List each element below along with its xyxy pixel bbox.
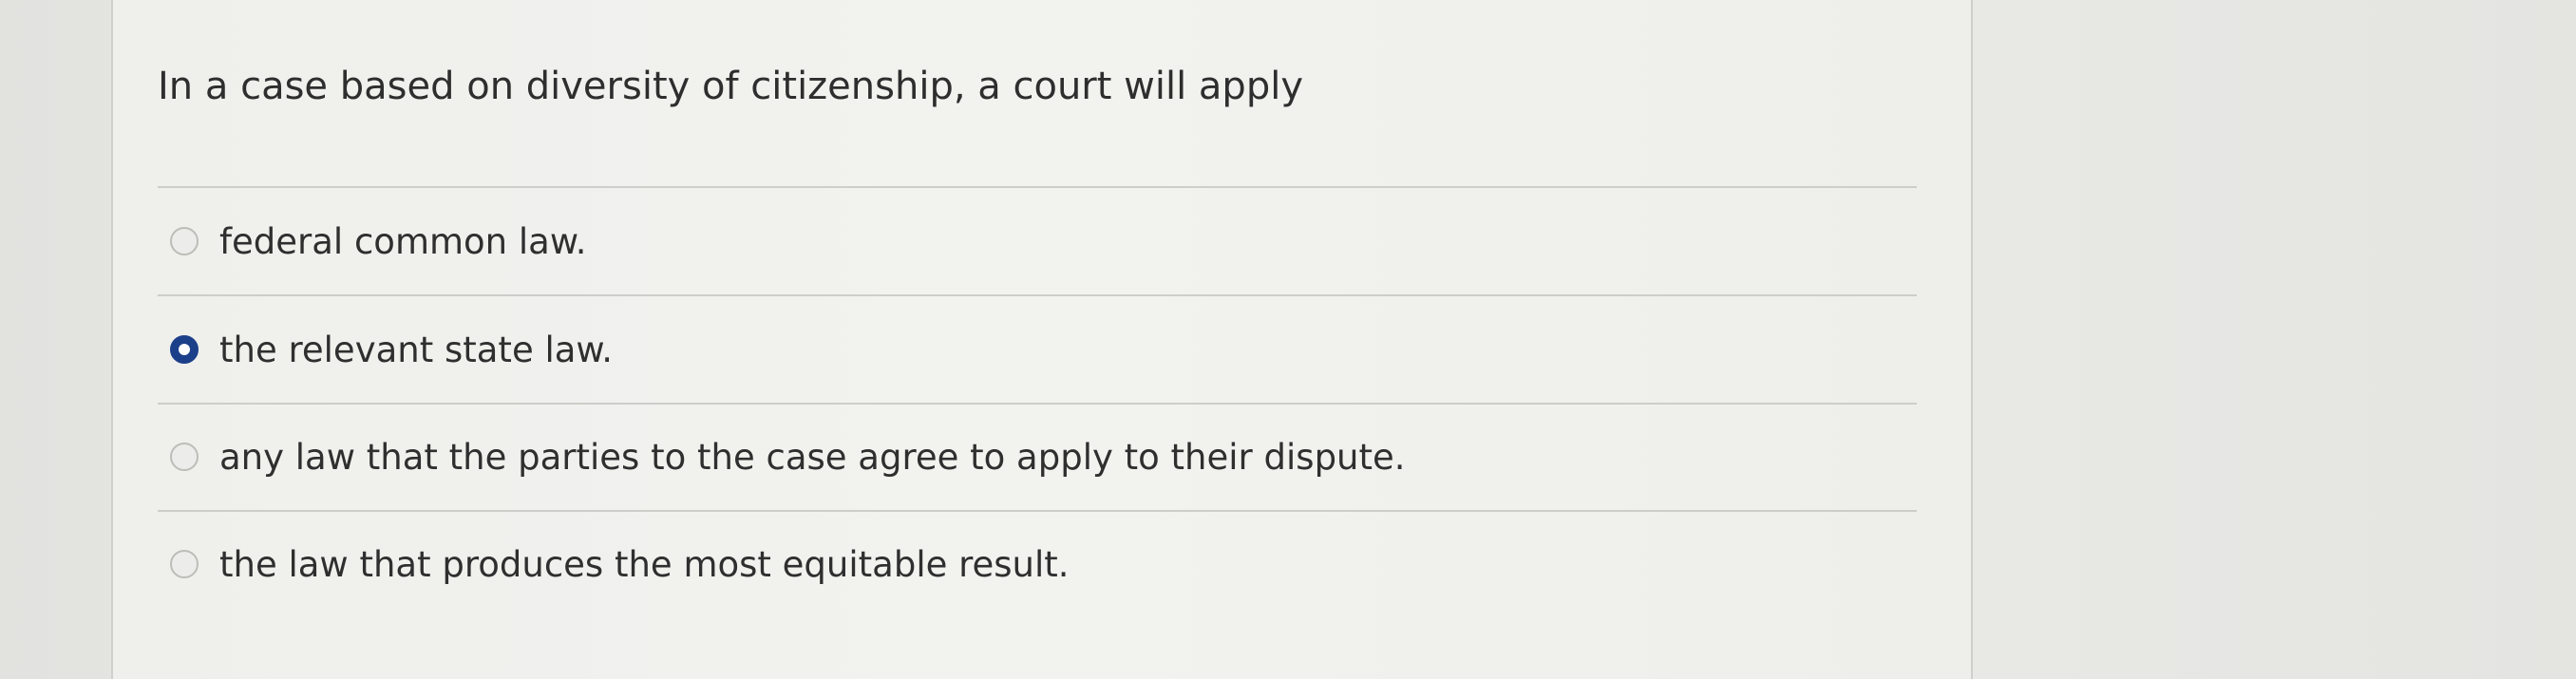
answer-option-label: federal common law. (219, 220, 587, 262)
answer-option-2[interactable]: the relevant state law. (170, 321, 613, 378)
answer-option-4[interactable]: the law that produces the most equitable… (170, 536, 1070, 593)
answer-option-1[interactable]: federal common law. (170, 213, 586, 270)
radio-button-unselected-icon[interactable] (170, 227, 199, 255)
radio-button-selected-icon[interactable] (170, 335, 199, 364)
answer-option-label: any law that the parties to the case agr… (219, 436, 1406, 478)
answer-option-label: the relevant state law. (219, 329, 614, 370)
radio-button-unselected-icon[interactable] (170, 443, 199, 471)
radio-button-unselected-icon[interactable] (170, 550, 199, 578)
divider (158, 186, 1917, 188)
answer-option-label: the law that produces the most equitable… (219, 543, 1070, 585)
answer-option-3[interactable]: any law that the parties to the case agr… (170, 428, 1406, 485)
question-card: In a case based on diversity of citizens… (111, 0, 1973, 679)
divider (158, 294, 1917, 296)
divider (158, 403, 1917, 405)
divider (158, 510, 1917, 512)
screen: In a case based on diversity of citizens… (0, 0, 2576, 679)
question-prompt: In a case based on diversity of citizens… (158, 65, 1303, 108)
